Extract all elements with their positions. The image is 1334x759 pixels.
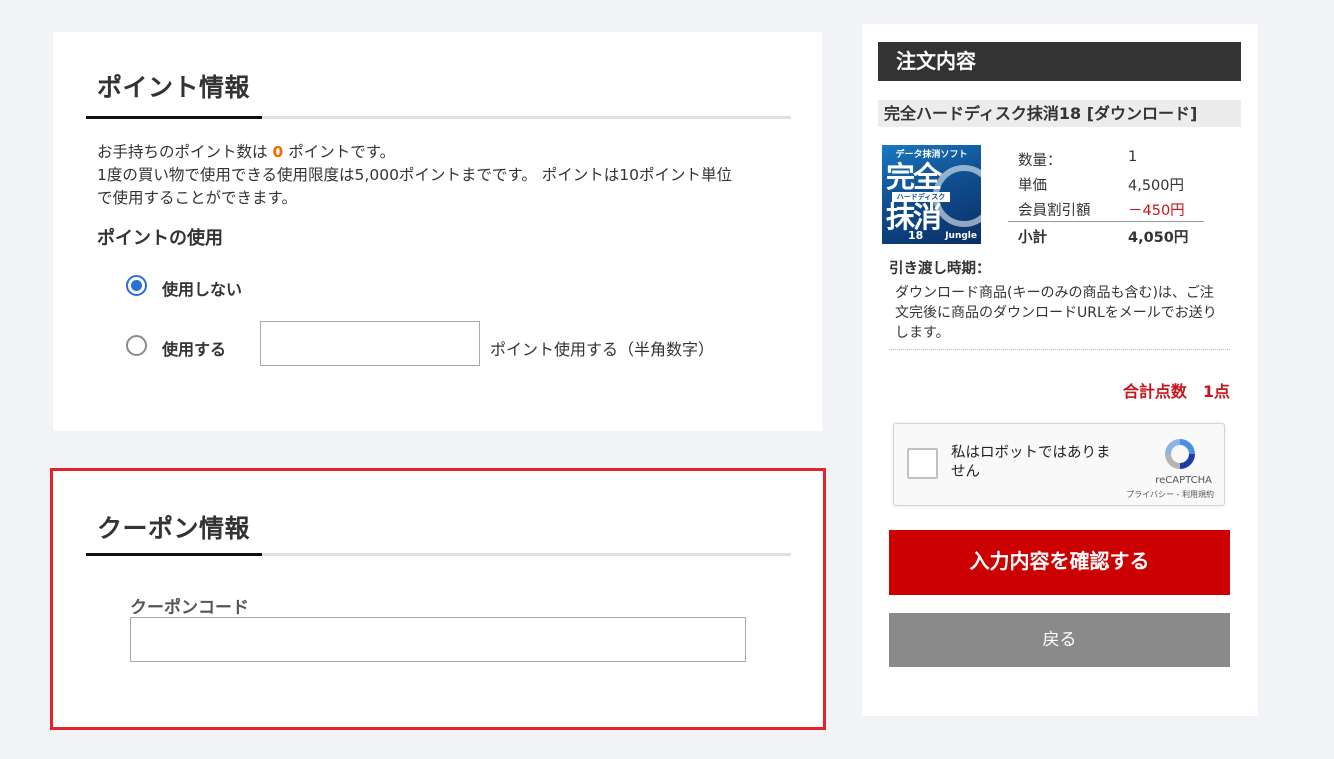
delivery-text: ダウンロード商品(キーのみの商品も含む)は、ご注文完後に商品のダウンロードURL… (895, 285, 1217, 341)
radio-use-label[interactable]: 使用する (162, 336, 226, 360)
delivery-title: 引き渡し時期： (889, 261, 991, 277)
coupon-section-rule (86, 553, 791, 556)
points-unit-line: で使用することができます。 (97, 189, 297, 207)
thumbnail-brand: Jungle (945, 231, 977, 241)
back-button[interactable]: 戻る (889, 613, 1230, 667)
product-name: 完全ハードディスク抹消18 [ダウンロード] (878, 100, 1241, 127)
product-thumbnail: データ抹消ソフト 完全 ハードディスク 抹消 18 Jungle (882, 145, 981, 244)
confirm-button[interactable]: 入力内容を確認する (889, 530, 1230, 595)
coupon-code-label: クーポンコード (130, 598, 249, 618)
order-summary-panel: 注文内容 完全ハードディスク抹消18 [ダウンロード] データ抹消ソフト 完全 … (862, 24, 1258, 716)
recaptcha-widget: 私はロボットではありません reCAPTCHA プライバシー - 利用規約 (893, 423, 1225, 506)
subtotal-row: 小計 4,050円 (1018, 226, 1204, 251)
points-input-hint: ポイント使用する（半角数字） (490, 340, 715, 359)
discount-value: －450円 (1128, 203, 1185, 219)
quantity-value: 1 (1128, 149, 1138, 165)
points-limit-line: 1度の買い物で使用できる使用限度は5,000ポイントまでです。 ポイントは10ポ… (97, 166, 733, 184)
unit-price-value: 4,500円 (1128, 178, 1185, 194)
section-rule-accent (86, 553, 262, 556)
points-balance-value: 0 (272, 143, 284, 161)
points-amount-input[interactable] (260, 321, 480, 366)
subtotal-label: 小計 (1018, 230, 1047, 246)
coupon-panel: クーポン情報 クーポンコード (50, 468, 826, 730)
quantity-row: 数量： 1 (1018, 149, 1204, 174)
recaptcha-logo-icon (1165, 439, 1195, 469)
order-summary-title: 注文内容 (878, 42, 1241, 81)
total-count: 合計点数 1点 (1122, 382, 1230, 401)
coupon-code-input[interactable] (130, 617, 746, 662)
quantity-label: 数量： (1018, 153, 1062, 169)
subtotal-value: 4,050円 (1128, 230, 1189, 246)
radio-no-use[interactable] (126, 275, 147, 296)
points-balance-suffix: ポイントです。 (288, 143, 396, 161)
price-divider (1008, 221, 1204, 222)
radio-use[interactable] (126, 335, 147, 356)
recaptcha-label: 私はロボットではありません (951, 445, 1111, 480)
coupon-section-title: クーポン情報 (97, 514, 251, 543)
points-balance-prefix: お手持ちのポイント数は (97, 143, 268, 161)
section-rule-accent (86, 116, 262, 119)
unit-price-label: 単価 (1018, 178, 1047, 194)
delivery-divider (889, 349, 1230, 350)
points-section-rule (86, 116, 791, 119)
points-usage-title: ポイントの使用 (97, 228, 223, 249)
thumbnail-version: 18 (908, 229, 924, 242)
unit-price-row: 単価 4,500円 (1018, 174, 1204, 199)
recaptcha-checkbox[interactable] (907, 448, 938, 479)
points-panel: ポイント情報 お手持ちのポイント数は 0 ポイントです。 1度の買い物で使用でき… (53, 32, 822, 431)
radio-no-use-label[interactable]: 使用しない (162, 276, 242, 300)
recaptcha-brand: reCAPTCHA (1155, 475, 1212, 486)
points-description: お手持ちのポイント数は 0 ポイントです。 1度の買い物で使用できる使用限度は5… (97, 141, 787, 210)
recaptcha-links[interactable]: プライバシー - 利用規約 (1094, 489, 1214, 500)
points-section-title: ポイント情報 (97, 73, 251, 102)
points-balance-line: お手持ちのポイント数は 0 ポイントです。 (97, 141, 787, 164)
thumbnail-title-1: 完全 (886, 160, 942, 194)
discount-label: 会員割引額 (1018, 203, 1091, 219)
